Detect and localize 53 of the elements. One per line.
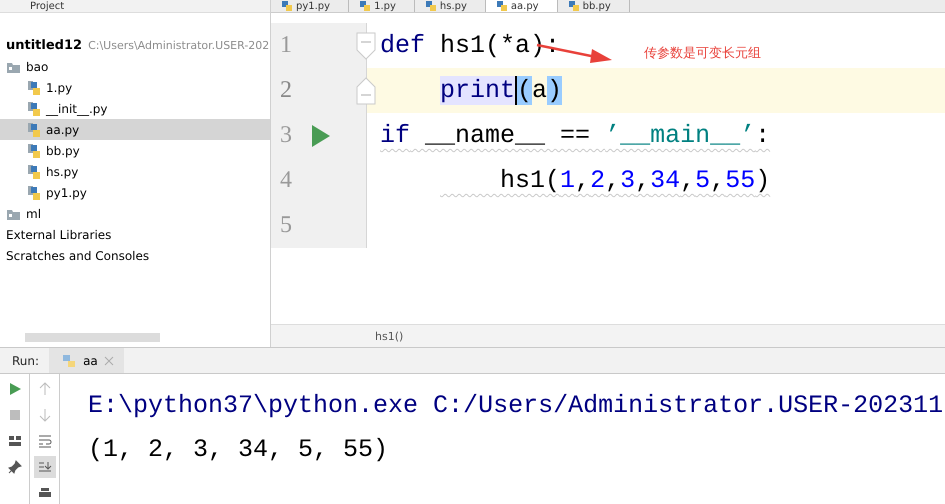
line-number: 3 bbox=[279, 122, 293, 149]
soft-wrap-icon[interactable] bbox=[36, 433, 52, 449]
scrollbar[interactable] bbox=[25, 333, 160, 342]
fold-icon bbox=[356, 32, 376, 60]
line-number: 5 bbox=[279, 212, 293, 239]
line-number: 1 bbox=[279, 32, 293, 59]
python-icon bbox=[61, 352, 78, 368]
tree-item[interactable]: untitled12 C:\Users\Administrator.USER-202 bbox=[0, 35, 270, 56]
tree-item[interactable]: Scratches and Consoles bbox=[0, 245, 270, 266]
editor-tab[interactable]: hs.py bbox=[414, 0, 486, 12]
editor-tab[interactable]: 1.py bbox=[349, 0, 415, 12]
close-icon bbox=[104, 356, 114, 366]
layout-icon[interactable] bbox=[6, 433, 22, 449]
annotation: 传参数是可变长元组 bbox=[644, 45, 761, 62]
fold-icon bbox=[356, 76, 376, 104]
tree-item[interactable]: py1.py bbox=[0, 182, 270, 203]
code-line: if __name__ == ’__main__’: bbox=[380, 121, 770, 150]
python-file-icon bbox=[568, 0, 580, 12]
editor-tab[interactable]: bb.py bbox=[558, 0, 630, 12]
line-number: 2 bbox=[279, 77, 293, 104]
line-number: 4 bbox=[279, 167, 293, 194]
tree-item[interactable]: __init__.py bbox=[0, 98, 270, 119]
run-icon bbox=[311, 124, 331, 148]
code-line: hs1(1,2,3,34,5,55) bbox=[499, 166, 770, 195]
editor-tab[interactable]: aa.py bbox=[486, 0, 558, 12]
python-file-icon bbox=[496, 0, 508, 12]
python-file-icon bbox=[26, 142, 42, 158]
tree-item[interactable]: aa.py bbox=[0, 119, 270, 140]
panel-title[interactable]: Project bbox=[30, 1, 64, 12]
project-path: C:\Users\Administrator.USER-202 bbox=[88, 39, 270, 52]
python-file-icon bbox=[26, 184, 42, 200]
python-file-icon bbox=[26, 100, 42, 116]
tree-item[interactable]: bao bbox=[0, 56, 270, 77]
tree-item[interactable]: hs.py bbox=[0, 161, 270, 182]
run-tab[interactable]: aa bbox=[49, 348, 124, 373]
python-file-icon bbox=[359, 0, 372, 12]
tree-item[interactable]: bb.py bbox=[0, 140, 270, 161]
python-file-icon bbox=[26, 80, 42, 96]
breadcrumb[interactable]: hs1() bbox=[375, 330, 404, 342]
console-line: E:\python37\python.exe C:/Users/Administrator.USER-202311 bbox=[88, 390, 944, 422]
tree-item[interactable]: ml bbox=[0, 203, 270, 224]
python-file-icon bbox=[26, 122, 42, 138]
tree-item[interactable]: 1.py bbox=[0, 77, 270, 98]
code-line: def hs1(*a): bbox=[380, 31, 560, 60]
editor-tab[interactable]: py1.py bbox=[271, 0, 350, 12]
code-line: print(a) bbox=[440, 76, 562, 105]
console-line: (1, 2, 3, 34, 5, 55) bbox=[88, 434, 390, 466]
python-file-icon bbox=[424, 0, 437, 12]
python-file-icon bbox=[26, 164, 42, 180]
tree-item[interactable]: External Libraries bbox=[0, 224, 270, 245]
pin-icon[interactable] bbox=[6, 459, 22, 475]
panel-label: Run: bbox=[12, 354, 40, 368]
python-file-icon bbox=[281, 0, 293, 12]
